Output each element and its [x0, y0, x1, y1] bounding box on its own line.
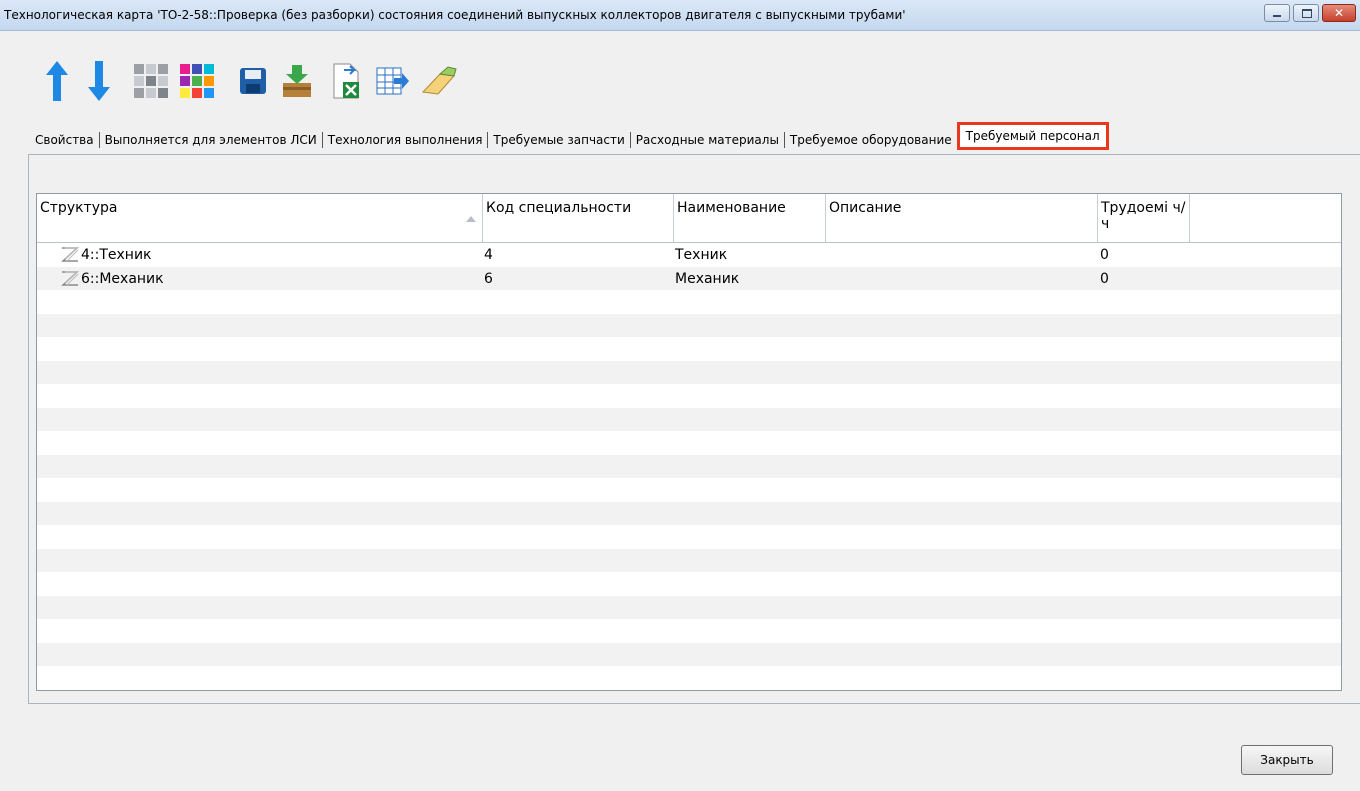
empty-row	[37, 454, 1341, 478]
cell-code: 6	[484, 270, 493, 287]
sort-ascending-icon	[466, 216, 476, 222]
empty-row	[37, 501, 1341, 525]
window-title: Технологическая карта 'ТО-2-58::Проверка…	[4, 8, 906, 22]
tab-personnel[interactable]: Требуемый персонал	[956, 122, 1109, 150]
cell-name: Механик	[675, 270, 740, 287]
table-export-icon[interactable]	[374, 58, 412, 104]
empty-row	[37, 595, 1341, 619]
column-label: Описание	[829, 200, 902, 216]
person-icon	[61, 270, 79, 291]
tab-technology[interactable]: Технология выполнения	[323, 127, 488, 153]
cell-structure: 6::Механик	[81, 270, 164, 287]
arrow-up-icon[interactable]	[38, 58, 76, 104]
import-icon[interactable]	[278, 58, 316, 104]
column-label: Наименование	[677, 200, 786, 216]
table-row[interactable]: 4::Техник 4 Техник 0	[37, 243, 1341, 267]
column-header-labor[interactable]: Трудоемі ч/ч	[1098, 194, 1190, 242]
tab-lsi-elements[interactable]: Выполняется для элементов ЛСИ	[100, 127, 322, 153]
cell-labor: 0	[1100, 247, 1109, 263]
tab-spare-parts[interactable]: Требуемые запчасти	[488, 127, 629, 153]
grid-header: Структура Код специальности Наименование…	[37, 194, 1341, 243]
person-icon	[61, 247, 79, 267]
column-header-code[interactable]: Код специальности	[483, 194, 674, 242]
window-controls: ✕	[1264, 4, 1356, 22]
empty-row	[37, 360, 1341, 384]
tab-equipment[interactable]: Требуемое оборудование	[785, 127, 957, 153]
cell-labor: 0	[1100, 270, 1109, 287]
empty-row	[37, 642, 1341, 666]
personnel-grid[interactable]: Структура Код специальности Наименование…	[36, 193, 1342, 691]
cell-structure: 4::Техник	[81, 247, 152, 263]
maximize-button[interactable]	[1293, 4, 1319, 22]
window-titlebar: Технологическая карта 'ТО-2-58::Проверка…	[0, 0, 1360, 31]
window-close-button[interactable]: ✕	[1322, 4, 1356, 22]
table-row[interactable]: 6::Механик 6 Механик 0	[37, 266, 1341, 291]
empty-row	[37, 666, 1341, 690]
color-grid-icon[interactable]	[178, 58, 216, 104]
cell-code: 4	[484, 247, 493, 263]
tab-properties[interactable]: Свойства	[30, 127, 99, 153]
cell-name: Техник	[675, 247, 728, 263]
empty-row	[37, 548, 1341, 572]
empty-row	[37, 290, 1341, 314]
save-icon[interactable]	[234, 58, 272, 104]
column-header-description[interactable]: Описание	[826, 194, 1098, 242]
tab-strip: Свойства Выполняется для элементов ЛСИ Т…	[30, 122, 1109, 153]
empty-row	[37, 407, 1341, 431]
minimize-button[interactable]	[1264, 4, 1290, 22]
empty-row	[37, 431, 1341, 455]
arrow-down-icon[interactable]	[80, 58, 118, 104]
empty-row	[37, 337, 1341, 361]
column-header-name[interactable]: Наименование	[674, 194, 826, 242]
empty-row	[37, 525, 1341, 549]
empty-row	[37, 384, 1341, 408]
eraser-icon[interactable]	[420, 58, 458, 104]
empty-row	[37, 478, 1341, 502]
grid-rows: 4::Техник 4 Техник 0 6::Механик 6 Механи…	[37, 243, 1341, 690]
column-label: Код специальности	[486, 200, 632, 216]
close-button[interactable]: Закрыть	[1241, 745, 1333, 775]
empty-row	[37, 313, 1341, 337]
column-header-structure[interactable]: Структура	[37, 194, 483, 242]
empty-row	[37, 619, 1341, 643]
empty-row	[37, 572, 1341, 596]
gray-grid-icon[interactable]	[132, 58, 170, 104]
column-label: Структура	[40, 200, 118, 216]
column-label: Трудоемі ч/ч	[1101, 200, 1186, 232]
tab-consumables[interactable]: Расходные материалы	[631, 127, 784, 153]
excel-export-icon[interactable]	[328, 58, 366, 104]
